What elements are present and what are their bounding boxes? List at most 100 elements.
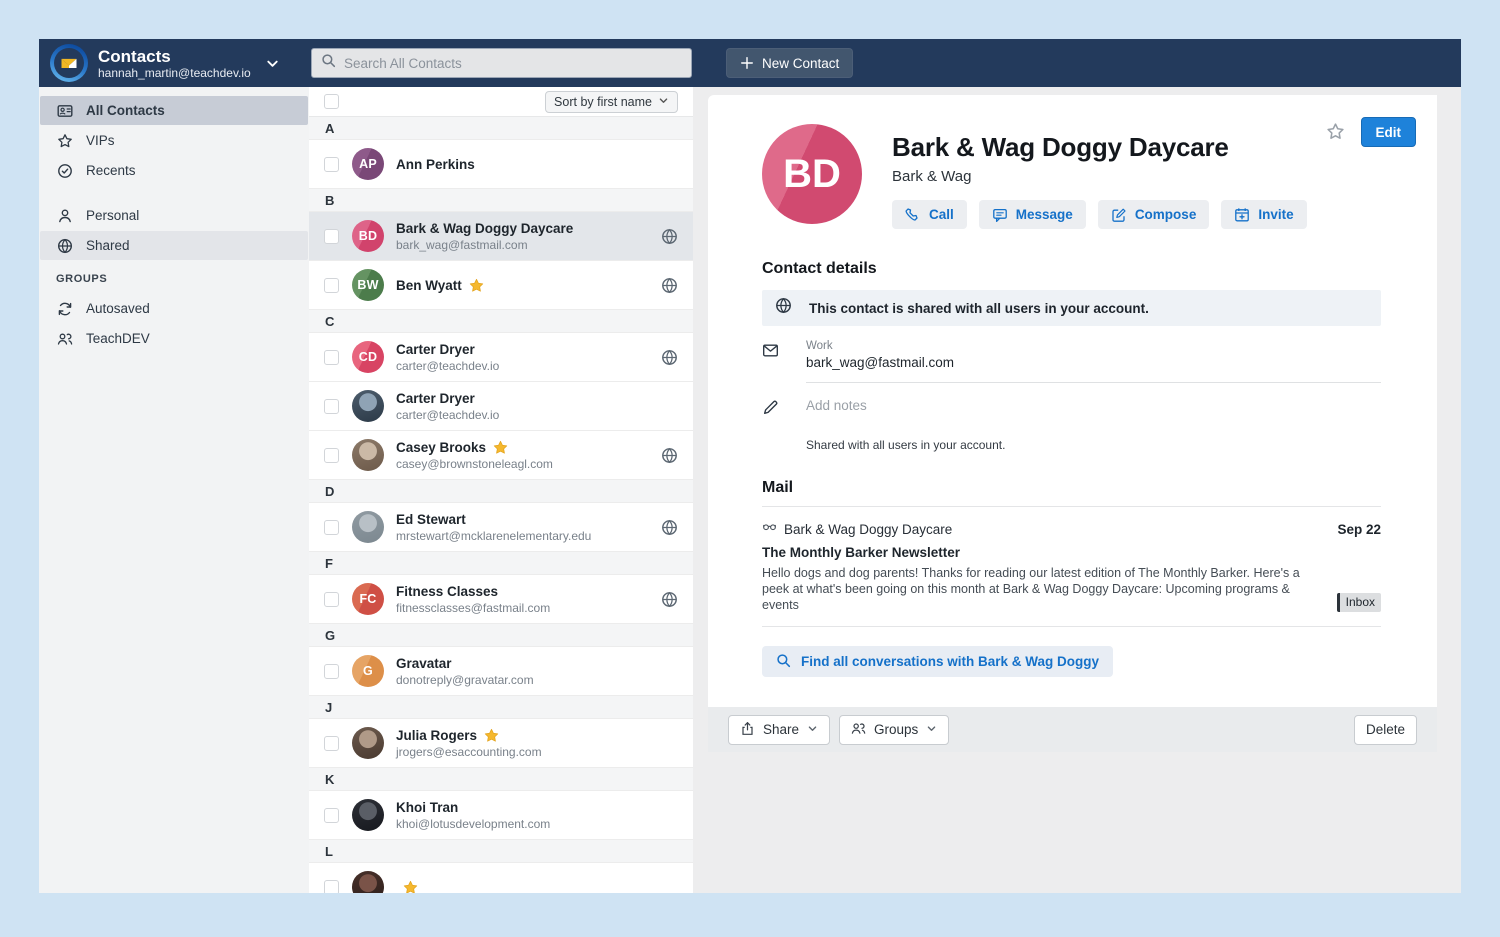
contact-name: Fitness Classes (396, 584, 498, 599)
sidebar-item-shared[interactable]: Shared (40, 231, 308, 260)
sidebar-item-teachdev[interactable]: TeachDEV (40, 324, 308, 353)
invite-button[interactable]: Invite (1221, 200, 1306, 229)
vip-star-icon (403, 880, 418, 894)
row-checkbox[interactable] (324, 399, 339, 414)
contact-email: carter@teachdev.io (396, 408, 499, 422)
groups-button[interactable]: Groups (839, 715, 949, 745)
letter-section-header: J (309, 696, 693, 719)
recents-icon (57, 163, 73, 179)
sidebar-item-recents[interactable]: Recents (40, 156, 308, 185)
shared-with-note: Shared with all users in your account. (806, 438, 1381, 452)
select-all-checkbox[interactable] (324, 94, 339, 109)
top-bar: Contacts hannah_martin@teachdev.io New C… (39, 39, 1461, 87)
favorite-star-icon[interactable] (1326, 122, 1345, 146)
row-checkbox[interactable] (324, 808, 339, 823)
sidebar-item-all-contacts[interactable]: All Contacts (40, 96, 308, 125)
letter-section-header: L (309, 840, 693, 863)
contact-list-row[interactable]: Carter Dryer carter@teachdev.io (309, 382, 693, 431)
contact-list-pane: Sort by first name AAPAnn PerkinsBBDBark… (309, 87, 693, 893)
row-checkbox[interactable] (324, 520, 339, 535)
row-checkbox[interactable] (324, 448, 339, 463)
contact-list-row[interactable]: GGravatardonotreply@gravatar.com (309, 647, 693, 696)
contact-list-row[interactable]: Ed Stewart mrstewart@mcklarenelementary.e… (309, 503, 693, 552)
mail-item[interactable]: Bark & Wag Doggy Daycare Sep 22 The Mont… (762, 507, 1381, 627)
contact-name: Julia Rogers (396, 728, 477, 743)
contact-list-row[interactable]: CDCarter Dryercarter@teachdev.io (309, 333, 693, 382)
row-checkbox[interactable] (324, 664, 339, 679)
contact-email: mrstewart@mcklarenelementary.edu (396, 529, 591, 543)
row-checkbox[interactable] (324, 736, 339, 751)
mail-heading: Mail (762, 479, 1381, 507)
contact-list-row[interactable]: BDBark & Wag Doggy Daycarebark_wag@fastm… (309, 212, 693, 261)
row-checkbox[interactable] (324, 350, 339, 365)
contact-list-row[interactable]: Khoi Tran khoi@lotusdevelopment.com (309, 791, 693, 840)
message-button[interactable]: Message (979, 200, 1086, 229)
shared-globe-icon (661, 519, 678, 536)
chevron-down-icon[interactable] (265, 56, 280, 71)
contact-list-row[interactable]: Julia Rogersjrogers@esaccounting.com (309, 719, 693, 768)
contact-name: Ann Perkins (396, 157, 475, 172)
contact-email: khoi@lotusdevelopment.com (396, 817, 550, 831)
search-bar[interactable] (311, 48, 692, 78)
chevron-down-icon (807, 722, 818, 737)
sort-button[interactable]: Sort by first name (545, 91, 678, 113)
sidebar-item-label: Autosaved (86, 301, 150, 316)
new-contact-button[interactable]: New Contact (726, 48, 853, 78)
sidebar-item-label: VIPs (86, 133, 115, 148)
contact-name: Gravatar (396, 656, 452, 671)
mail-date: Sep 22 (1337, 522, 1381, 537)
account-email: hannah_martin@teachdev.io (98, 66, 251, 80)
delete-button[interactable]: Delete (1354, 715, 1417, 745)
action-label: Invite (1258, 207, 1293, 222)
invite-icon (1234, 207, 1250, 223)
email-field-row[interactable]: Work bark_wag@fastmail.com (762, 340, 1381, 383)
add-notes-placeholder[interactable]: Add notes (806, 397, 1381, 421)
search-icon (776, 653, 791, 671)
contact-list-row[interactable]: BWBen Wyatt (309, 261, 693, 310)
mail-subject: The Monthly Barker Newsletter (762, 545, 1381, 560)
contact-name: Carter Dryer (396, 391, 475, 406)
share-button[interactable]: Share (728, 715, 830, 745)
phone-icon (905, 207, 921, 223)
call-button[interactable]: Call (892, 200, 967, 229)
action-label: Compose (1135, 207, 1197, 222)
notes-field-row[interactable]: Add notes (762, 397, 1381, 421)
avatar-photo (352, 390, 384, 422)
email-value[interactable]: bark_wag@fastmail.com (806, 355, 1381, 383)
row-checkbox[interactable] (324, 157, 339, 172)
row-checkbox[interactable] (324, 880, 339, 894)
contact-list-row[interactable]: Casey Brookscasey@brownstoneleagl.com (309, 431, 693, 480)
vip-star-icon (469, 278, 484, 293)
row-checkbox[interactable] (324, 278, 339, 293)
sidebar-item-personal[interactable]: Personal (40, 201, 308, 230)
avatar-initials: AP (352, 148, 384, 180)
sidebar-item-autosaved[interactable]: Autosaved (40, 294, 308, 323)
row-checkbox[interactable] (324, 592, 339, 607)
search-input[interactable] (344, 56, 682, 71)
shared-globe-icon (661, 591, 678, 608)
contact-list-row[interactable]: FCFitness Classesfitnessclasses@fastmail… (309, 575, 693, 624)
find-conversations-button[interactable]: Find all conversations with Bark & Wag D… (762, 646, 1113, 677)
desktop-background: Contacts hannah_martin@teachdev.io New C… (0, 0, 1500, 937)
contact-name: Ed Stewart (396, 512, 466, 527)
compose-button[interactable]: Compose (1098, 200, 1210, 229)
contact-name: Bark & Wag Doggy Daycare (892, 132, 1307, 163)
contact-list-row[interactable]: AP Ann Perkins (309, 140, 693, 189)
contact-name: Khoi Tran (396, 800, 458, 815)
letter-section-header: B (309, 189, 693, 212)
account-switcher[interactable]: Contacts hannah_martin@teachdev.io (39, 44, 309, 82)
app-title: Contacts (98, 47, 251, 66)
contact-list-row[interactable] (309, 863, 693, 893)
avatar-photo (352, 727, 384, 759)
row-checkbox[interactable] (324, 229, 339, 244)
share-icon (740, 721, 755, 739)
avatar-initials: BD (352, 220, 384, 252)
sidebar-item-vips[interactable]: VIPs (40, 126, 308, 155)
search-icon (321, 53, 336, 73)
email-type-label: Work (806, 340, 1381, 352)
sidebar-item-label: All Contacts (86, 103, 165, 118)
shared-globe-icon (661, 228, 678, 245)
edit-button[interactable]: Edit (1361, 117, 1417, 147)
shared-notice: This contact is shared with all users in… (762, 290, 1381, 326)
contact-avatar: BD (762, 124, 862, 224)
